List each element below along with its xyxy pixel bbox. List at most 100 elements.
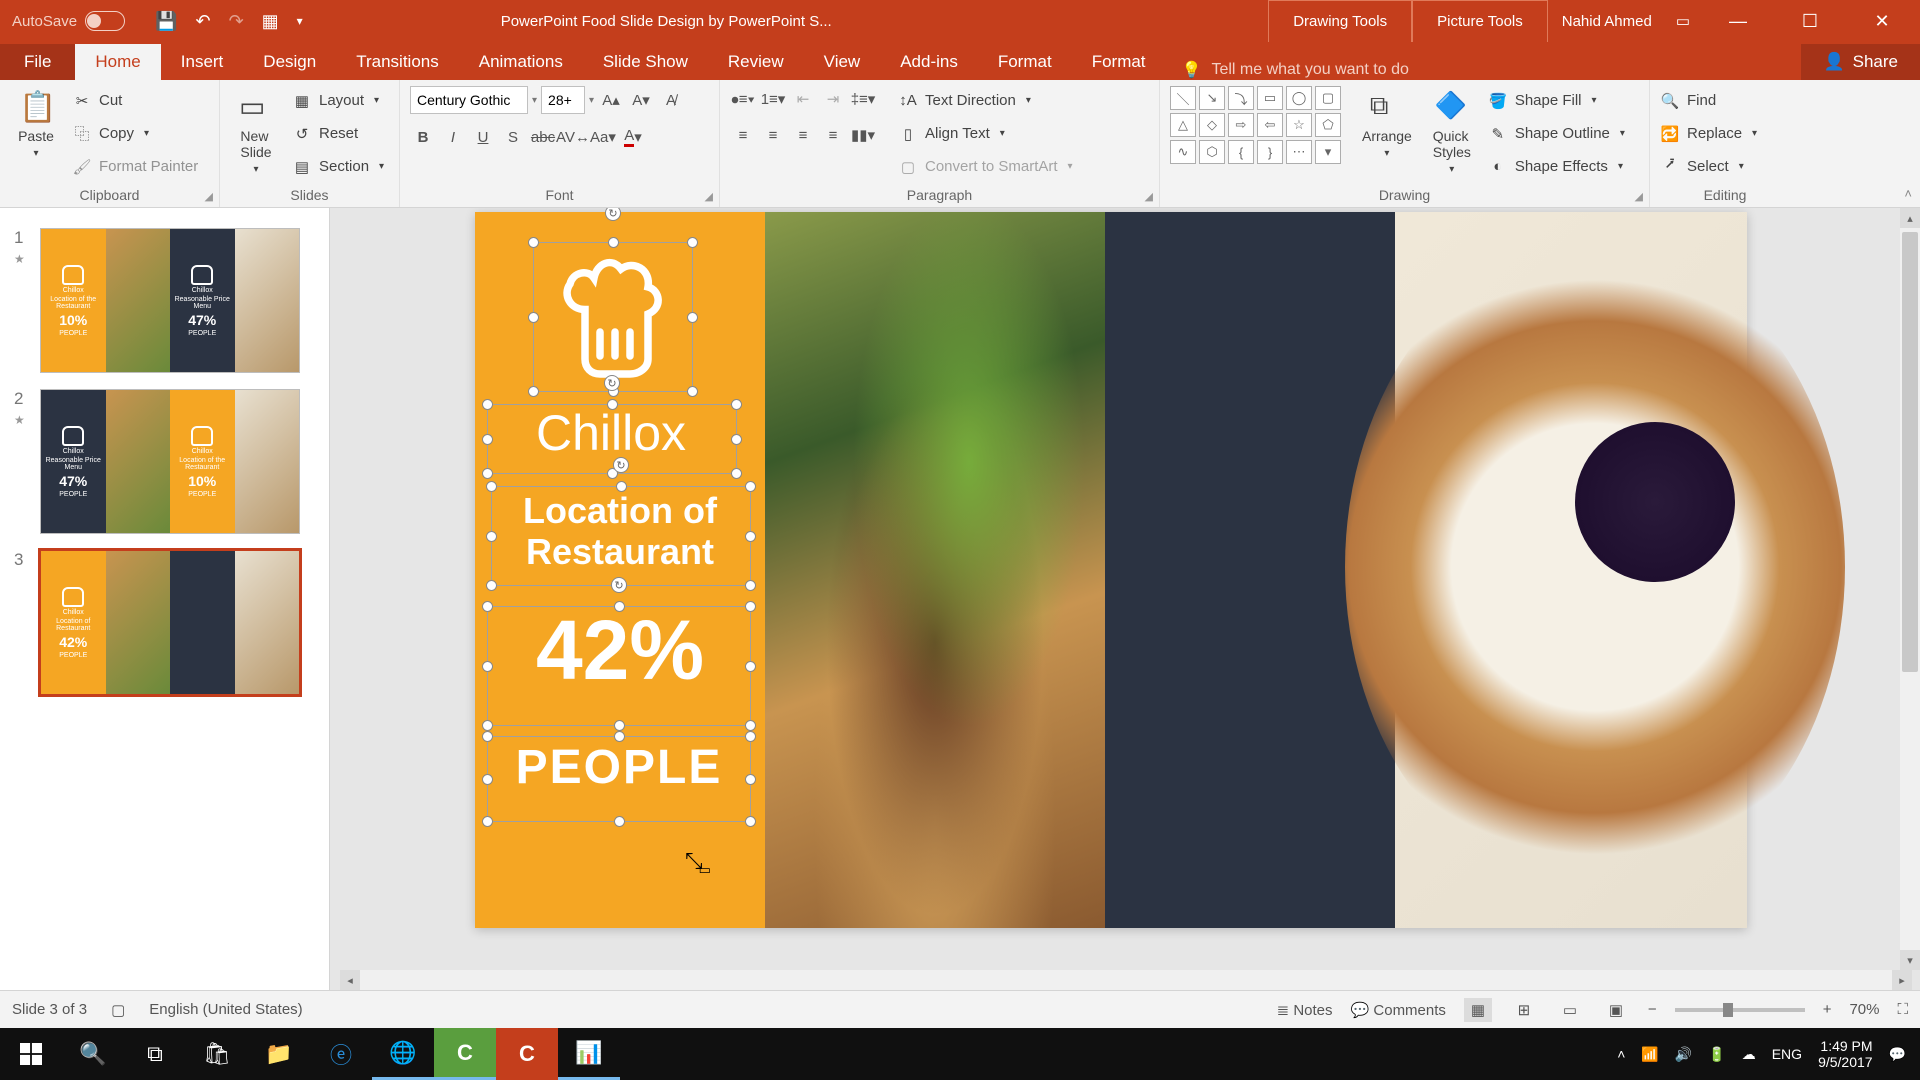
align-right-button[interactable]: ≡ — [790, 122, 816, 148]
zoom-level[interactable]: 70% — [1849, 1001, 1879, 1018]
italic-button[interactable]: I — [440, 124, 466, 150]
shape-curve-icon[interactable]: ∿ — [1170, 140, 1196, 164]
convert-smartart-button[interactable]: ▢Convert to SmartArt▾ — [898, 152, 1073, 181]
tab-design[interactable]: Design — [243, 44, 336, 80]
shape-oval-icon[interactable]: ◯ — [1286, 86, 1312, 110]
dialog-launcher-icon[interactable]: ◢ — [1145, 190, 1153, 203]
quick-styles-button[interactable]: 🔷 Quick Styles▾ — [1426, 86, 1478, 179]
spell-check-icon[interactable]: ▢ — [111, 1001, 125, 1019]
shape-rhombus-icon[interactable]: ◇ — [1199, 113, 1225, 137]
format-painter-button[interactable]: 🖌Format Painter — [72, 152, 198, 181]
undo-icon[interactable]: ↶ — [195, 11, 210, 32]
font-name-combo[interactable]: Century Gothic — [410, 86, 528, 114]
autosave-toggle[interactable] — [85, 11, 125, 31]
language-indicator[interactable]: English (United States) — [149, 1001, 302, 1018]
slide-title[interactable]: Chillox — [491, 404, 731, 462]
select-button[interactable]: ⭷Select▾ — [1660, 152, 1757, 181]
cut-button[interactable]: ✂Cut — [72, 86, 198, 115]
section-button[interactable]: ▤Section▾ — [292, 152, 384, 181]
tab-transitions[interactable]: Transitions — [336, 44, 459, 80]
dialog-launcher-icon[interactable]: ◢ — [1635, 190, 1643, 203]
character-spacing-button[interactable]: AV↔ — [560, 124, 586, 150]
font-size-combo[interactable]: 28+ — [541, 86, 585, 114]
task-view-button[interactable]: ⧉ — [124, 1028, 186, 1080]
shape-brace2-icon[interactable]: } — [1257, 140, 1283, 164]
shape-more-icon[interactable]: ⋯ — [1286, 140, 1312, 164]
action-center-icon[interactable]: 💬 — [1889, 1046, 1906, 1063]
tab-view[interactable]: View — [804, 44, 881, 80]
onedrive-icon[interactable]: ☁ — [1742, 1046, 1756, 1063]
shape-effects-button[interactable]: ◐Shape Effects▾ — [1488, 152, 1625, 181]
change-case-button[interactable]: Aa▾ — [590, 124, 616, 150]
store-button[interactable]: 🛍 — [186, 1028, 248, 1080]
replace-button[interactable]: 🔁Replace▾ — [1660, 119, 1757, 148]
gallery-expand-icon[interactable]: ▾ — [1315, 140, 1341, 164]
comments-button[interactable]: 💬 Comments — [1351, 1001, 1446, 1019]
ribbon-display-icon[interactable]: ▭ — [1676, 12, 1690, 30]
rotate-handle-icon[interactable]: ↻ — [613, 457, 629, 473]
tab-home[interactable]: Home — [75, 44, 160, 80]
decrease-indent-button[interactable]: ⇤ — [790, 86, 816, 112]
powerpoint-button[interactable]: 📊 — [558, 1028, 620, 1080]
share-button[interactable]: 👤 Share — [1801, 44, 1920, 80]
vertical-scrollbar[interactable]: ▴ ▾ — [1900, 208, 1920, 970]
justify-button[interactable]: ≡ — [820, 122, 846, 148]
qat-customize-icon[interactable]: ▾ — [297, 14, 303, 28]
slide-thumbnail-3[interactable]: ChilloxLocation of Restaurant42%PEOPLE — [40, 550, 300, 695]
start-button[interactable] — [0, 1028, 62, 1080]
tab-format-picture[interactable]: Format — [1072, 44, 1166, 80]
start-from-beginning-icon[interactable]: ▦ — [262, 11, 279, 32]
tab-insert[interactable]: Insert — [161, 44, 244, 80]
increase-indent-button[interactable]: ⇥ — [820, 86, 846, 112]
battery-icon[interactable]: 🔋 — [1708, 1046, 1725, 1063]
slide-counter[interactable]: Slide 3 of 3 — [12, 1001, 87, 1018]
shape-outline-button[interactable]: ✎Shape Outline▾ — [1488, 119, 1625, 148]
bold-button[interactable]: B — [410, 124, 436, 150]
align-center-button[interactable]: ≡ — [760, 122, 786, 148]
shape-rect-icon[interactable]: ▭ — [1257, 86, 1283, 110]
increase-font-icon[interactable]: A▴ — [598, 87, 624, 113]
slide-people[interactable]: PEOPLE — [501, 740, 737, 795]
volume-icon[interactable]: 🔊 — [1675, 1046, 1692, 1063]
notes-button[interactable]: ≣ Notes — [1277, 1001, 1333, 1019]
font-color-button[interactable]: A▾ — [620, 124, 646, 150]
shape-triangle-icon[interactable]: △ — [1170, 113, 1196, 137]
find-button[interactable]: 🔍Find — [1660, 86, 1757, 115]
zoom-in-button[interactable]: + — [1823, 1001, 1832, 1018]
burger-image[interactable] — [765, 212, 1105, 928]
user-name[interactable]: Nahid Ahmed — [1562, 13, 1652, 30]
decrease-font-icon[interactable]: A▾ — [628, 87, 654, 113]
shape-arrow3-icon[interactable]: ⇦ — [1257, 113, 1283, 137]
zoom-slider[interactable] — [1675, 1008, 1805, 1012]
zoom-out-button[interactable]: − — [1648, 1001, 1657, 1018]
minimize-button[interactable]: ― — [1714, 11, 1762, 32]
shadow-button[interactable]: S — [500, 124, 526, 150]
collapse-ribbon-icon[interactable]: ˄ — [1904, 186, 1912, 201]
save-icon[interactable]: 💾 — [155, 11, 177, 32]
slide[interactable]: ↻ ↻ Chillox ↻ Location ofRestaurant — [475, 212, 1747, 928]
keyboard-lang[interactable]: ENG — [1772, 1046, 1802, 1062]
shape-roundrect-icon[interactable]: ▢ — [1315, 86, 1341, 110]
columns-button[interactable]: ▮▮▾ — [850, 122, 876, 148]
orange-panel[interactable]: ↻ ↻ Chillox ↻ Location ofRestaurant — [475, 212, 765, 928]
rotate-handle-icon[interactable]: ↻ — [604, 375, 620, 391]
tab-addins[interactable]: Add-ins — [880, 44, 978, 80]
slide-thumbnail-1[interactable]: ChilloxLocation of the Restaurant10%PEOP… — [40, 228, 300, 373]
scroll-left-icon[interactable]: ◂ — [340, 970, 360, 990]
dialog-launcher-icon[interactable]: ◢ — [205, 190, 213, 203]
autosave-control[interactable]: AutoSave — [0, 11, 137, 31]
shape-arrow2-icon[interactable]: ⇨ — [1228, 113, 1254, 137]
file-explorer-button[interactable]: 📁 — [248, 1028, 310, 1080]
reading-view-icon[interactable]: ▭ — [1556, 998, 1584, 1022]
scroll-down-icon[interactable]: ▾ — [1900, 950, 1920, 970]
shape-star-icon[interactable]: ☆ — [1286, 113, 1312, 137]
dialog-launcher-icon[interactable]: ◢ — [705, 190, 713, 203]
strikethrough-button[interactable]: abc — [530, 124, 556, 150]
tell-me-search[interactable]: 💡 Tell me what you want to do — [1166, 60, 1425, 80]
fit-to-window-icon[interactable]: ⛶ — [1897, 1001, 1908, 1018]
shape-brace1-icon[interactable]: { — [1228, 140, 1254, 164]
slideshow-view-icon[interactable]: ▣ — [1602, 998, 1630, 1022]
chef-hat-icon[interactable] — [535, 242, 695, 392]
copy-button[interactable]: ⿻Copy▾ — [72, 119, 198, 148]
reset-button[interactable]: ↺Reset — [292, 119, 384, 148]
